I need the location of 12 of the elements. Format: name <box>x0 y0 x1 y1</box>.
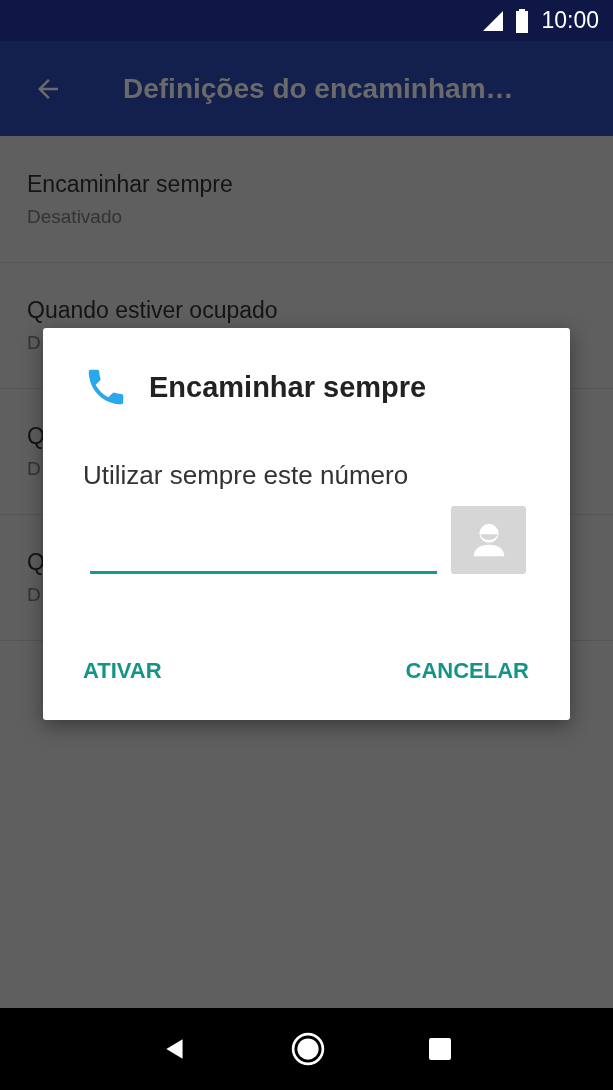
setting-title: Q <box>27 423 45 450</box>
setting-title: Encaminhar sempre <box>27 170 233 198</box>
setting-title: Q <box>27 549 45 576</box>
dialog-button[interactable]: CANCELAR <box>405 652 529 690</box>
home-icon[interactable] <box>290 1032 325 1066</box>
battery-icon <box>515 8 530 33</box>
field-label: Utilizar sempre este número <box>83 460 409 491</box>
recents-icon[interactable] <box>427 1037 452 1061</box>
dialog-button[interactable]: ATIVAR <box>83 652 162 690</box>
clock-time: 10:00 <box>541 7 599 34</box>
screen-title: Definições do encaminham… <box>123 72 514 105</box>
setting-title: Quando estiver ocupado <box>27 297 278 324</box>
